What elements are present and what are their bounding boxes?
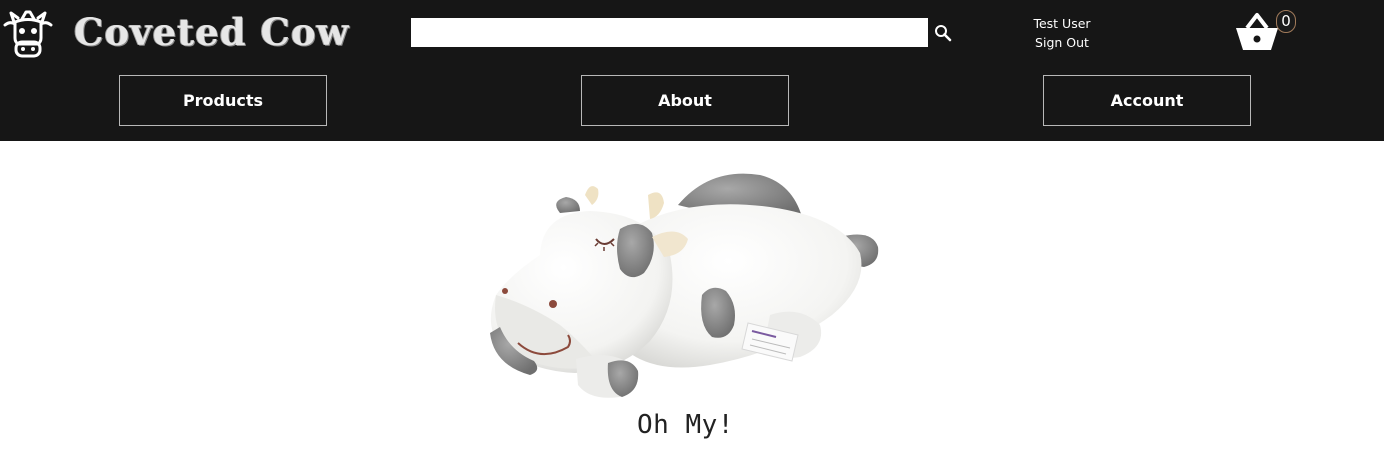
site-header: Coveted Cow Test User Sign Out 0 Product… — [0, 0, 1384, 141]
user-name: Test User — [1033, 16, 1091, 31]
hero-caption: Oh My! — [637, 410, 734, 440]
search-icon[interactable] — [932, 22, 954, 44]
brand-name[interactable]: Coveted Cow — [74, 10, 350, 54]
nav-about-label: About — [658, 91, 712, 110]
nav-account-button[interactable]: Account — [1043, 75, 1251, 126]
sign-out-link[interactable]: Sign Out — [1010, 33, 1114, 52]
user-menu: Test User Sign Out — [1010, 14, 1114, 52]
cart-count-badge[interactable]: 0 — [1276, 10, 1296, 33]
search-input[interactable] — [411, 18, 928, 47]
basket-icon[interactable] — [1233, 10, 1281, 54]
cow-head-icon[interactable] — [2, 8, 54, 60]
nav-products-button[interactable]: Products — [119, 75, 327, 126]
cow-plush-image — [490, 173, 879, 398]
nav-about-button[interactable]: About — [581, 75, 789, 126]
nav-products-label: Products — [182, 91, 264, 110]
nav-account-label: Account — [1110, 91, 1184, 110]
